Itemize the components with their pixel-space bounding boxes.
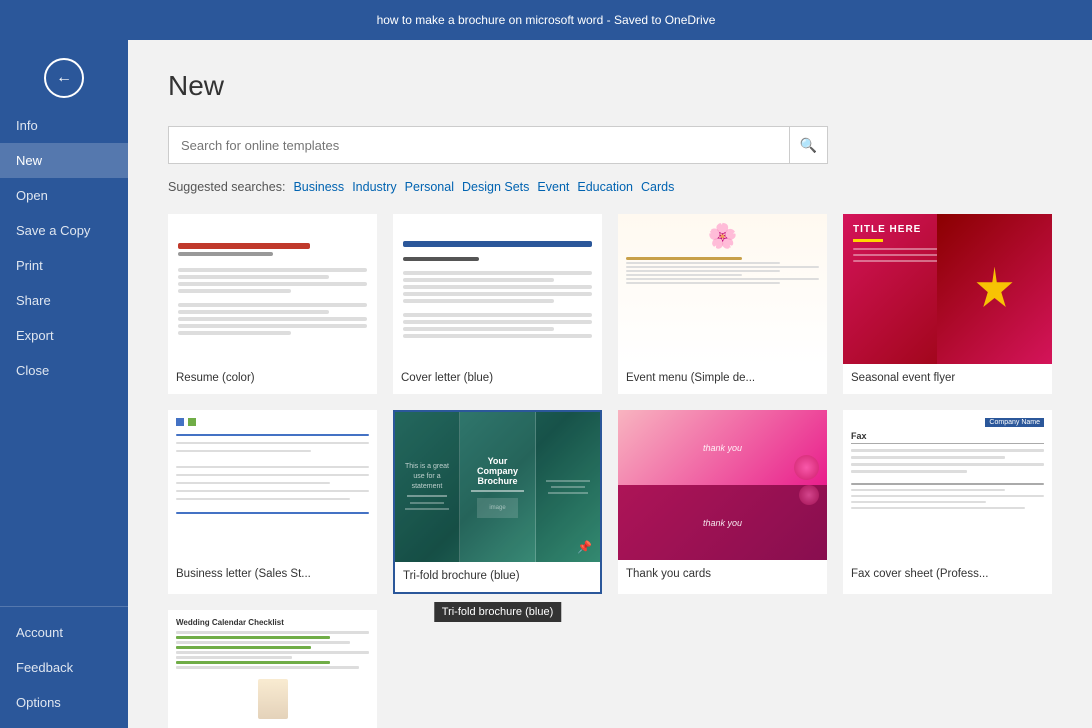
- sidebar-item-close[interactable]: Close: [0, 353, 128, 388]
- sidebar-bottom: Account Feedback Options: [0, 598, 128, 728]
- template-thumb-fax: Company Name Fax: [843, 410, 1052, 560]
- main-content: New 🔍 Suggested searches: Business Indus…: [128, 40, 1092, 728]
- suggested-searches: Suggested searches: Business Industry Pe…: [168, 180, 1052, 194]
- template-thumb-business: [168, 410, 377, 560]
- suggested-personal[interactable]: Personal: [405, 180, 454, 194]
- template-label-resume: Resume (color): [168, 364, 377, 394]
- main-layout: ← Info New Open Save a Copy Print Share …: [0, 40, 1092, 728]
- suggested-label: Suggested searches:: [168, 180, 285, 194]
- suggested-industry[interactable]: Industry: [352, 180, 396, 194]
- back-icon: ←: [56, 69, 72, 87]
- template-calendar[interactable]: Wedding Calendar Checklist: [168, 610, 377, 728]
- search-input[interactable]: [168, 126, 790, 164]
- sidebar-item-open[interactable]: Open: [0, 178, 128, 213]
- sidebar: ← Info New Open Save a Copy Print Share …: [0, 40, 128, 728]
- sidebar-item-share[interactable]: Share: [0, 283, 128, 318]
- template-brochure[interactable]: This is a great use for a statement Your…: [393, 410, 602, 594]
- pin-icon: 📌: [577, 540, 592, 554]
- sidebar-item-save-copy[interactable]: Save a Copy: [0, 213, 128, 248]
- template-label-seasonal: Seasonal event flyer: [843, 364, 1052, 394]
- template-label-event: Event menu (Simple de...: [618, 364, 827, 394]
- template-label-business-letter: Business letter (Sales St...: [168, 560, 377, 590]
- template-seasonal[interactable]: TITLE HERE Seasonal event flyer: [843, 214, 1052, 394]
- brochure-tooltip: Tri-fold brochure (blue): [434, 602, 561, 622]
- template-thumb-thankyou: thank you thank you: [618, 410, 827, 560]
- sidebar-item-account[interactable]: Account: [0, 615, 128, 650]
- suggested-event[interactable]: Event: [537, 180, 569, 194]
- template-label-brochure: Tri-fold brochure (blue): [395, 562, 600, 592]
- template-fax[interactable]: Company Name Fax Fax cover she: [843, 410, 1052, 594]
- sidebar-nav: Info New Open Save a Copy Print Share Ex…: [0, 108, 128, 388]
- template-label-thankyou: Thank you cards: [618, 560, 827, 590]
- sidebar-item-new[interactable]: New: [0, 143, 128, 178]
- template-thumb-calendar: Wedding Calendar Checklist: [168, 610, 377, 728]
- sidebar-item-options[interactable]: Options: [0, 685, 128, 720]
- template-thumb-seasonal: TITLE HERE: [843, 214, 1052, 364]
- template-thumb-brochure: This is a great use for a statement Your…: [395, 412, 600, 562]
- title-bar: how to make a brochure on microsoft word…: [0, 0, 1092, 40]
- template-thumb-resume: [168, 214, 377, 364]
- search-icon: 🔍: [800, 137, 817, 154]
- template-business-letter[interactable]: Business letter (Sales St...: [168, 410, 377, 594]
- template-thankyou[interactable]: thank you thank you Thank you cards: [618, 410, 827, 594]
- template-resume[interactable]: Resume (color): [168, 214, 377, 394]
- back-button[interactable]: ←: [44, 58, 84, 98]
- page-title: New: [168, 70, 1052, 102]
- template-thumb-event: 🌸: [618, 214, 827, 364]
- template-cover[interactable]: Cover letter (blue): [393, 214, 602, 394]
- suggested-business[interactable]: Business: [293, 180, 344, 194]
- template-event[interactable]: 🌸 Event menu (Simple de...: [618, 214, 827, 394]
- sidebar-divider: [0, 606, 128, 607]
- sidebar-item-info[interactable]: Info: [0, 108, 128, 143]
- sidebar-item-feedback[interactable]: Feedback: [0, 650, 128, 685]
- document-title: how to make a brochure on microsoft word…: [377, 13, 716, 27]
- sidebar-item-export[interactable]: Export: [0, 318, 128, 353]
- template-label-cover: Cover letter (blue): [393, 364, 602, 394]
- sidebar-item-print[interactable]: Print: [0, 248, 128, 283]
- template-thumb-cover: [393, 214, 602, 364]
- template-grid: Resume (color): [168, 214, 1052, 728]
- search-bar: 🔍: [168, 126, 828, 164]
- suggested-cards[interactable]: Cards: [641, 180, 674, 194]
- suggested-education[interactable]: Education: [577, 180, 633, 194]
- suggested-design-sets[interactable]: Design Sets: [462, 180, 529, 194]
- search-button[interactable]: 🔍: [790, 126, 828, 164]
- template-label-fax: Fax cover sheet (Profess...: [843, 560, 1052, 590]
